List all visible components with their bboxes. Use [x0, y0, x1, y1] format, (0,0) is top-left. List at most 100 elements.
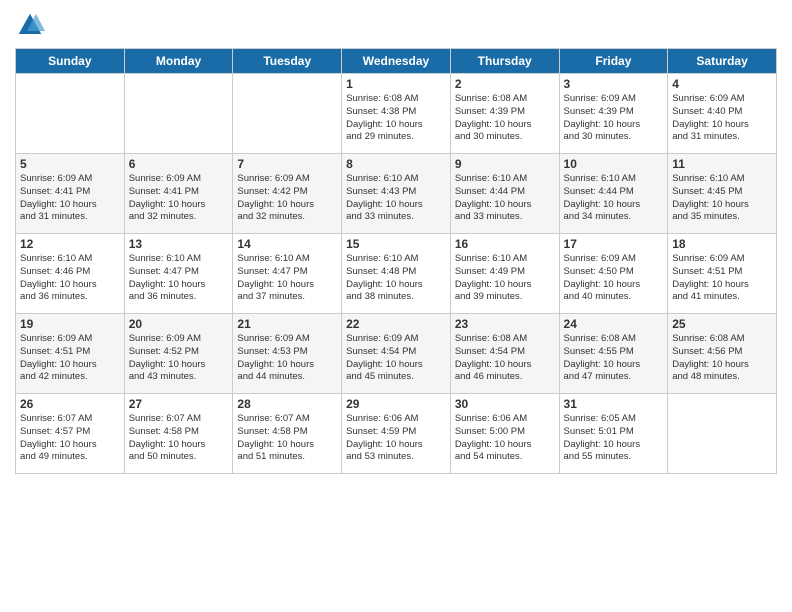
day-number: 24 [564, 317, 664, 331]
calendar-cell: 23 Sunrise: 6:08 AM Sunset: 4:54 PM Dayli… [450, 314, 559, 394]
calendar-cell: 29 Sunrise: 6:06 AM Sunset: 4:59 PM Dayli… [342, 394, 451, 474]
day-info: Sunrise: 6:10 AM Sunset: 4:47 PM Dayligh… [129, 253, 229, 304]
calendar-cell: 24 Sunrise: 6:08 AM Sunset: 4:55 PM Dayli… [559, 314, 668, 394]
day-info: Sunrise: 6:08 AM Sunset: 4:56 PM Dayligh… [672, 333, 772, 384]
calendar-cell [668, 394, 777, 474]
day-number: 4 [672, 77, 772, 91]
calendar-cell: 31Sunrise: 6:05 AM Sunset: 5:01 PM Dayli… [559, 394, 668, 474]
calendar-cell: 12 Sunrise: 6:10 AM Sunset: 4:46 PM Dayli… [16, 234, 125, 314]
day-header-saturday: Saturday [668, 49, 777, 74]
day-info: Sunrise: 6:10 AM Sunset: 4:43 PM Dayligh… [346, 173, 446, 224]
day-number: 22 [346, 317, 446, 331]
day-info: Sunrise: 6:06 AM Sunset: 5:00 PM Dayligh… [455, 413, 555, 464]
calendar-cell: 25Sunrise: 6:08 AM Sunset: 4:56 PM Dayli… [668, 314, 777, 394]
calendar-cell: 2 Sunrise: 6:08 AM Sunset: 4:39 PM Daylig… [450, 74, 559, 154]
day-info: Sunrise: 6:10 AM Sunset: 4:46 PM Dayligh… [20, 253, 120, 304]
day-number: 23 [455, 317, 555, 331]
day-header-wednesday: Wednesday [342, 49, 451, 74]
calendar-week-3: 12 Sunrise: 6:10 AM Sunset: 4:46 PM Dayli… [16, 234, 777, 314]
day-info: Sunrise: 6:10 AM Sunset: 4:47 PM Dayligh… [237, 253, 337, 304]
day-info: Sunrise: 6:09 AM Sunset: 4:50 PM Dayligh… [564, 253, 664, 304]
calendar-cell: 14Sunrise: 6:10 AM Sunset: 4:47 PM Dayli… [233, 234, 342, 314]
calendar-cell: 19 Sunrise: 6:09 AM Sunset: 4:51 PM Dayli… [16, 314, 125, 394]
calendar-cell: 1 Sunrise: 6:08 AM Sunset: 4:38 PM Daylig… [342, 74, 451, 154]
calendar-cell: 26Sunrise: 6:07 AM Sunset: 4:57 PM Dayli… [16, 394, 125, 474]
calendar-cell: 27 Sunrise: 6:07 AM Sunset: 4:58 PM Dayli… [124, 394, 233, 474]
calendar-week-1: 1 Sunrise: 6:08 AM Sunset: 4:38 PM Daylig… [16, 74, 777, 154]
page: SundayMondayTuesdayWednesdayThursdayFrid… [0, 0, 792, 612]
day-info: Sunrise: 6:08 AM Sunset: 4:55 PM Dayligh… [564, 333, 664, 384]
day-info: Sunrise: 6:09 AM Sunset: 4:51 PM Dayligh… [672, 253, 772, 304]
calendar-cell: 9 Sunrise: 6:10 AM Sunset: 4:44 PM Daylig… [450, 154, 559, 234]
day-number: 17 [564, 237, 664, 251]
calendar-cell: 17 Sunrise: 6:09 AM Sunset: 4:50 PM Dayli… [559, 234, 668, 314]
day-info: Sunrise: 6:08 AM Sunset: 4:39 PM Dayligh… [455, 93, 555, 144]
day-header-friday: Friday [559, 49, 668, 74]
calendar-cell: 11 Sunrise: 6:10 AM Sunset: 4:45 PM Dayli… [668, 154, 777, 234]
day-number: 15 [346, 237, 446, 251]
day-info: Sunrise: 6:06 AM Sunset: 4:59 PM Dayligh… [346, 413, 446, 464]
day-number: 2 [455, 77, 555, 91]
calendar-cell: 18 Sunrise: 6:09 AM Sunset: 4:51 PM Dayli… [668, 234, 777, 314]
calendar-week-2: 5 Sunrise: 6:09 AM Sunset: 4:41 PM Daylig… [16, 154, 777, 234]
day-info: Sunrise: 6:10 AM Sunset: 4:44 PM Dayligh… [564, 173, 664, 224]
calendar-cell: 4 Sunrise: 6:09 AM Sunset: 4:40 PM Daylig… [668, 74, 777, 154]
day-info: Sunrise: 6:08 AM Sunset: 4:38 PM Dayligh… [346, 93, 446, 144]
day-header-tuesday: Tuesday [233, 49, 342, 74]
calendar-cell: 10 Sunrise: 6:10 AM Sunset: 4:44 PM Dayli… [559, 154, 668, 234]
calendar-cell: 28 Sunrise: 6:07 AM Sunset: 4:58 PM Dayli… [233, 394, 342, 474]
calendar-cell: 20 Sunrise: 6:09 AM Sunset: 4:52 PM Dayli… [124, 314, 233, 394]
day-info: Sunrise: 6:09 AM Sunset: 4:42 PM Dayligh… [237, 173, 337, 224]
day-header-sunday: Sunday [16, 49, 125, 74]
day-number: 27 [129, 397, 229, 411]
day-number: 30 [455, 397, 555, 411]
day-info: Sunrise: 6:09 AM Sunset: 4:41 PM Dayligh… [20, 173, 120, 224]
day-info: Sunrise: 6:09 AM Sunset: 4:54 PM Dayligh… [346, 333, 446, 384]
day-number: 20 [129, 317, 229, 331]
day-number: 11 [672, 157, 772, 171]
calendar-cell: 6Sunrise: 6:09 AM Sunset: 4:41 PM Daylig… [124, 154, 233, 234]
logo [15, 10, 48, 40]
calendar-cell: 30 Sunrise: 6:06 AM Sunset: 5:00 PM Dayli… [450, 394, 559, 474]
day-info: Sunrise: 6:07 AM Sunset: 4:58 PM Dayligh… [237, 413, 337, 464]
day-number: 9 [455, 157, 555, 171]
day-number: 13 [129, 237, 229, 251]
calendar-week-5: 26Sunrise: 6:07 AM Sunset: 4:57 PM Dayli… [16, 394, 777, 474]
day-number: 1 [346, 77, 446, 91]
day-info: Sunrise: 6:09 AM Sunset: 4:52 PM Dayligh… [129, 333, 229, 384]
calendar-cell: 16 Sunrise: 6:10 AM Sunset: 4:49 PM Dayli… [450, 234, 559, 314]
day-info: Sunrise: 6:09 AM Sunset: 4:40 PM Dayligh… [672, 93, 772, 144]
day-number: 28 [237, 397, 337, 411]
calendar-cell: 21Sunrise: 6:09 AM Sunset: 4:53 PM Dayli… [233, 314, 342, 394]
day-number: 5 [20, 157, 120, 171]
day-number: 3 [564, 77, 664, 91]
day-number: 10 [564, 157, 664, 171]
calendar-cell: 3Sunrise: 6:09 AM Sunset: 4:39 PM Daylig… [559, 74, 668, 154]
day-info: Sunrise: 6:09 AM Sunset: 4:51 PM Dayligh… [20, 333, 120, 384]
day-info: Sunrise: 6:10 AM Sunset: 4:44 PM Dayligh… [455, 173, 555, 224]
calendar-cell: 13 Sunrise: 6:10 AM Sunset: 4:47 PM Dayli… [124, 234, 233, 314]
day-number: 8 [346, 157, 446, 171]
calendar: SundayMondayTuesdayWednesdayThursdayFrid… [15, 48, 777, 474]
day-info: Sunrise: 6:10 AM Sunset: 4:48 PM Dayligh… [346, 253, 446, 304]
calendar-cell: 7Sunrise: 6:09 AM Sunset: 4:42 PM Daylig… [233, 154, 342, 234]
calendar-week-4: 19 Sunrise: 6:09 AM Sunset: 4:51 PM Dayli… [16, 314, 777, 394]
day-header-monday: Monday [124, 49, 233, 74]
day-info: Sunrise: 6:08 AM Sunset: 4:54 PM Dayligh… [455, 333, 555, 384]
header [15, 10, 777, 40]
calendar-cell: 8 Sunrise: 6:10 AM Sunset: 4:43 PM Daylig… [342, 154, 451, 234]
day-info: Sunrise: 6:10 AM Sunset: 4:45 PM Dayligh… [672, 173, 772, 224]
day-number: 29 [346, 397, 446, 411]
logo-icon [15, 10, 45, 40]
day-number: 19 [20, 317, 120, 331]
calendar-cell [124, 74, 233, 154]
day-info: Sunrise: 6:07 AM Sunset: 4:57 PM Dayligh… [20, 413, 120, 464]
day-number: 12 [20, 237, 120, 251]
day-number: 16 [455, 237, 555, 251]
day-info: Sunrise: 6:10 AM Sunset: 4:49 PM Dayligh… [455, 253, 555, 304]
day-info: Sunrise: 6:09 AM Sunset: 4:53 PM Dayligh… [237, 333, 337, 384]
day-info: Sunrise: 6:07 AM Sunset: 4:58 PM Dayligh… [129, 413, 229, 464]
calendar-header-row: SundayMondayTuesdayWednesdayThursdayFrid… [16, 49, 777, 74]
day-number: 18 [672, 237, 772, 251]
day-number: 31 [564, 397, 664, 411]
